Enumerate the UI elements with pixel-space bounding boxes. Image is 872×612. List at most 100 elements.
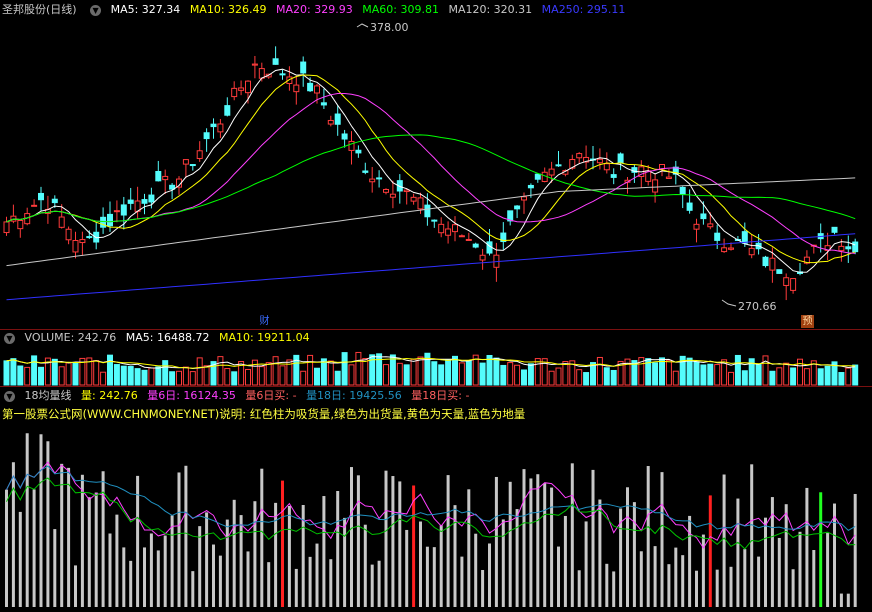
candle-body [652,179,659,193]
volume-bar [251,359,258,386]
indicator-bar [833,503,836,607]
candle-body [617,153,624,164]
volume-bar [176,370,182,386]
volume-bar [562,361,569,386]
indicator-bar [370,564,374,607]
volume-bar [113,364,120,386]
indicator-bar [853,493,857,607]
volume-bar [334,370,341,386]
volume-bar [445,359,452,386]
candle-body [465,238,472,241]
candle-body [596,158,603,164]
candle-body [155,170,162,182]
volume-bar [790,367,797,386]
candle-body [424,204,431,218]
indicator-bar [163,535,167,607]
indicator-bar [667,564,671,607]
volume-bar [603,367,610,386]
financial-report-marker[interactable]: 财 [258,315,271,328]
indicator-bar [557,546,560,607]
candle-body [534,173,541,180]
indicator-bar [177,472,181,607]
indicator-bar [281,480,284,607]
low-price-label: 270.66 [738,300,777,313]
volume-bar [707,363,714,386]
volume-value: VOLUME: 242.76 [24,331,117,344]
volume-bar [728,371,734,386]
candle-body [293,84,300,93]
candle-body [514,205,521,210]
candle-body [438,223,445,234]
indicator-ma18-line [6,465,856,532]
volume-bar [741,370,748,386]
indicator-collapse-icon[interactable]: ▼ [4,390,15,402]
indicator-bar [398,481,402,607]
indicator-bar [274,502,278,607]
volume-bar [369,354,376,386]
indicator-bar [39,434,43,607]
candle-body [58,216,65,228]
candle-body [314,85,320,94]
indicator-bar [329,559,333,607]
main-collapse-icon[interactable]: ▼ [90,4,102,16]
price-chart[interactable] [0,0,872,330]
volume-bar [555,367,562,386]
volume-bar [755,364,762,386]
volume-bar [320,358,327,386]
volume-bar [231,371,238,386]
indicator-bar [639,551,643,607]
candle-body [555,164,562,167]
volume-bar [452,355,458,386]
volume-bar [762,355,769,386]
candle-body [410,196,417,202]
indicator-bar [287,505,291,607]
candle-body [376,177,383,180]
volume-collapse-icon[interactable]: ▼ [4,332,15,344]
candle-body [790,278,797,291]
indicator-bar [570,463,574,607]
ma250-value: MA250: 295.11 [541,3,626,16]
candle-body [693,223,700,230]
candle-body [355,149,362,154]
candle-body [251,63,258,66]
volume-bar [693,361,700,386]
volume-bar [797,358,803,386]
volume-bar [362,358,369,386]
indicator-liang18buy: 量18日买: - [411,389,470,402]
candle-body [307,82,314,92]
indicator-bar [736,498,740,607]
candle-body [182,159,189,165]
indicator-bar [846,593,850,607]
volume-bar [31,355,38,386]
volume-bar [665,359,672,386]
candle-body [783,277,790,286]
indicator-bar [143,547,146,607]
volume-ma5-line [6,356,856,370]
indicator-bar [239,515,243,607]
candle-body [431,219,438,222]
volume-bar [783,362,790,386]
volume-bar [376,353,383,386]
main-chart-header: 圣邦股份(日线) ▼ MA5: 327.34 MA10: 326.49 MA20… [0,2,631,18]
volume-bar [293,354,300,386]
volume-bar [486,354,493,386]
volume-bar [714,364,721,386]
indicator-bar [770,497,774,607]
indicator-bar [453,505,457,607]
indicator-bar [205,512,209,607]
candle-body [700,213,707,220]
volume-bar [659,357,665,386]
indicator-bar [777,537,781,607]
panel-divider-2 [0,386,872,387]
candle-body [231,87,238,98]
candle-body [389,193,396,198]
indicator-bar [805,487,809,607]
volume-bar [652,362,659,386]
indicator-bar [750,464,754,607]
forecast-marker[interactable]: 预 [801,315,814,328]
volume-bar [348,364,355,386]
candle-body [272,58,279,65]
volume-bar [500,364,507,386]
volume-bar [86,357,93,386]
volume-bar [327,360,334,386]
